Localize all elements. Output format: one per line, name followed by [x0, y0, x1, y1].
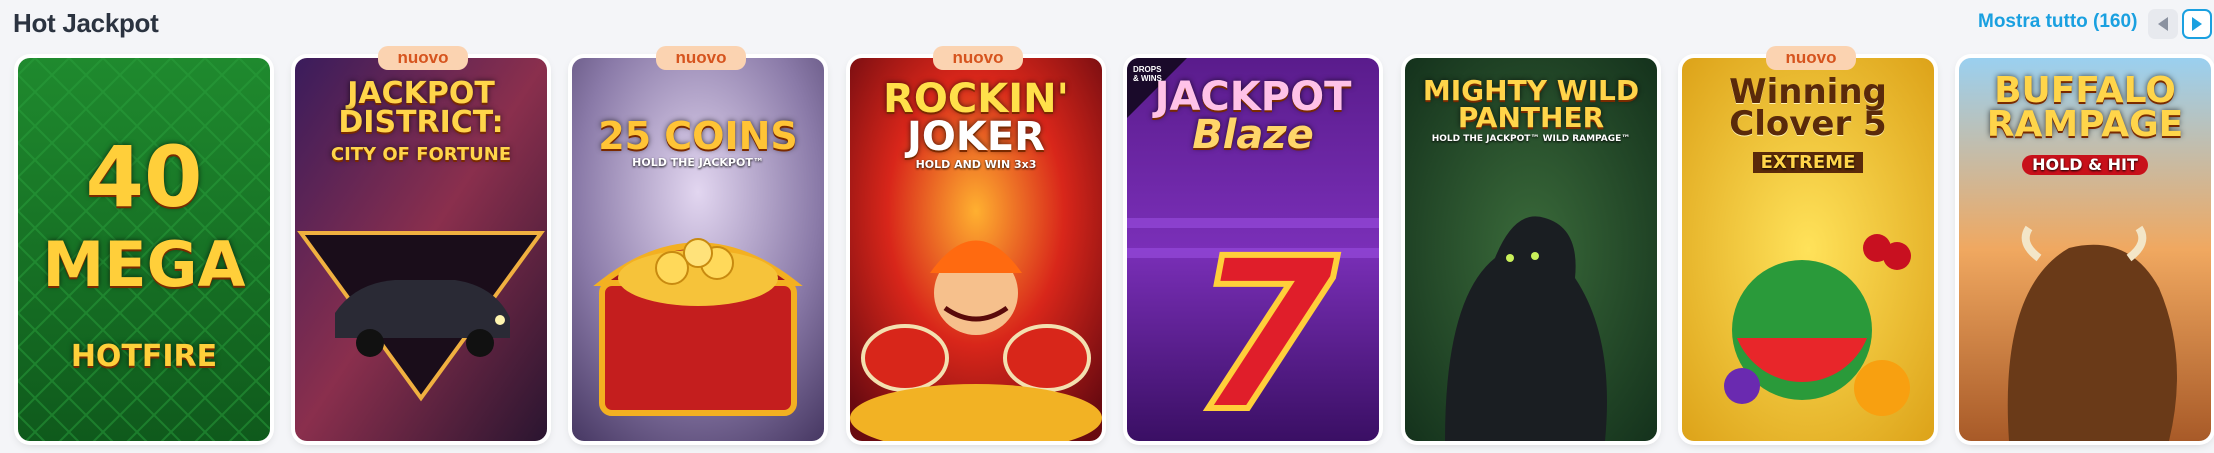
- game-carousel: 40 MEGA HOTFIRE nuovo JACKPOT DISTRICT: …: [0, 46, 2214, 453]
- carousel-prev-button[interactable]: [2148, 9, 2178, 39]
- game-subtitle: HOLD AND WIN 3x3: [915, 158, 1037, 171]
- carousel-next-button[interactable]: [2182, 9, 2212, 39]
- game-title-line2: RAMPAGE: [1986, 104, 2184, 146]
- svg-text:7: 7: [1192, 213, 1338, 441]
- game-title-line2: MEGA: [42, 227, 246, 301]
- chevron-right-icon: [2192, 17, 2202, 31]
- game-title-line2: Clover 5: [1729, 104, 1887, 145]
- new-badge: nuovo: [933, 46, 1023, 70]
- section-title: Hot Jackpot: [13, 8, 159, 38]
- new-badge: nuovo: [378, 46, 468, 70]
- game-subtitle: EXTREME: [1752, 151, 1864, 173]
- game-title: 25 COINS: [598, 114, 798, 158]
- game-title-line2: JOKER: [906, 114, 1045, 160]
- game-card-25-coins[interactable]: 25 COINS HOLD THE JACKPOT™: [572, 58, 824, 441]
- game-card-40-mega-hotfire[interactable]: 40 MEGA HOTFIRE: [18, 58, 270, 441]
- game-title-line3: CITY OF FORTUNE: [330, 144, 512, 165]
- game-card-winning-clover-5[interactable]: Winning Clover 5 EXTREME: [1682, 58, 1934, 441]
- game-title-line2: DISTRICT:: [338, 104, 504, 140]
- game-card-jackpot-blaze[interactable]: 7 DROPS & WINS JACKPOT Blaze: [1127, 58, 1379, 441]
- game-subtitle: HOLD & HIT: [2022, 155, 2148, 175]
- game-card-buffalo-rampage[interactable]: BUFFALO RAMPAGE HOLD & HIT: [1959, 58, 2211, 441]
- game-card-rockin-joker[interactable]: ROCKIN' JOKER HOLD AND WIN 3x3: [850, 58, 1102, 441]
- new-badge: nuovo: [656, 46, 746, 70]
- new-badge: nuovo: [1766, 46, 1856, 70]
- game-title-line2: Blaze: [1192, 112, 1314, 158]
- game-title-line2: PANTHER: [1457, 100, 1605, 134]
- drops-wins-tag: DROPS & WINS: [1133, 65, 1162, 83]
- game-title: 40: [85, 128, 203, 226]
- game-subtitle: HOLD THE JACKPOT™ WILD RAMPAGE™: [1431, 134, 1631, 145]
- game-subtitle: HOLD THE JACKPOT™: [632, 156, 764, 170]
- game-title-line3: HOTFIRE: [70, 338, 218, 374]
- game-card-mighty-wild-panther[interactable]: MIGHTY WILD PANTHER HOLD THE JACKPOT™ WI…: [1405, 58, 1657, 441]
- game-card-jackpot-district[interactable]: JACKPOT DISTRICT: CITY OF FORTUNE: [295, 58, 547, 441]
- show-all-link[interactable]: Mostra tutto (160): [1978, 11, 2137, 33]
- chevron-left-icon: [2158, 17, 2168, 31]
